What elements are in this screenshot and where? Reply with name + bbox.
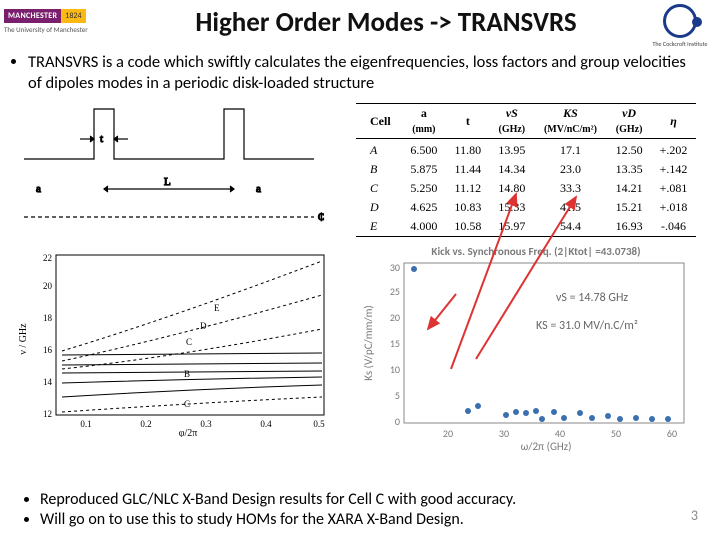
svg-text:5: 5: [395, 389, 400, 402]
svg-text:60: 60: [667, 427, 677, 440]
svg-text:0: 0: [395, 415, 400, 428]
table-row: B5.87511.4414.3423.013.35+.142: [356, 160, 696, 179]
svg-text:30: 30: [499, 427, 509, 440]
svg-text:a: a: [256, 183, 261, 195]
cockcroft-logo: The Cockcroft Institute: [650, 4, 710, 48]
svg-text:40: 40: [555, 427, 565, 440]
logo-subtitle: The University of Manchester: [4, 25, 122, 34]
svg-text:0.4: 0.4: [260, 419, 272, 429]
svg-text:20: 20: [390, 311, 400, 324]
svg-text:Kick vs. Synchronous Freq. (2|: Kick vs. Synchronous Freq. (2|Ktot| =43.…: [431, 245, 640, 258]
table-header-row: Cell a(mm) t νS(GHz) KS(MV/nC/m²) νD(GHz…: [356, 104, 696, 139]
svg-text:20: 20: [443, 427, 453, 440]
svg-text:22: 22: [43, 253, 52, 263]
svg-text:12: 12: [43, 409, 52, 419]
bullet-item: Reproduced GLC/NLC X-Band Design results…: [40, 490, 700, 510]
svg-text:0.2: 0.2: [140, 419, 151, 429]
svg-text:14: 14: [43, 377, 53, 387]
cockcroft-text: The Cockcroft Institute: [650, 40, 710, 48]
svg-text:C: C: [184, 399, 190, 409]
table-row: D4.62510.8315.3341.515.21+.018: [356, 198, 696, 217]
table-row: E4.00010.5815.9754.416.93-.046: [356, 217, 696, 237]
logo-text: MANCHESTER: [4, 9, 61, 23]
svg-text:a: a: [36, 183, 41, 195]
bullet-item: Will go on to use this to study HOMs for…: [40, 510, 700, 530]
top-bullets: TRANSVRS is a code which swiftly calcula…: [28, 52, 700, 93]
table-row: A6.50011.8013.9517.112.50+.202: [356, 139, 696, 161]
svg-text:0.1: 0.1: [80, 419, 91, 429]
svg-text:KS = 31.0 MV/n.C/m²: KS = 31.0 MV/n.C/m²: [536, 319, 638, 333]
bottom-bullets: Reproduced GLC/NLC X-Band Design results…: [40, 490, 700, 530]
svg-text:Ks (V/pC/mm/m): Ks (V/pC/mm/m): [362, 305, 375, 381]
svg-text:18: 18: [43, 313, 53, 323]
svg-text:L: L: [164, 176, 171, 188]
disk-structure-schematic: ₵ t L a a: [14, 99, 334, 234]
bullet-item: TRANSVRS is a code which swiftly calcula…: [28, 52, 700, 93]
kick-scatter-plot: Kick vs. Synchronous Freq. (2|Ktot| =43.…: [356, 243, 696, 453]
svg-text:ω/2π (GHz): ω/2π (GHz): [521, 440, 572, 453]
svg-text:φ/2π: φ/2π: [179, 428, 198, 437]
svg-text:νS = 14.78 GHz: νS = 14.78 GHz: [556, 291, 628, 305]
svg-text:E: E: [214, 303, 220, 313]
logo-year: 1824: [61, 9, 85, 23]
svg-text:20: 20: [43, 281, 53, 291]
svg-text:₵: ₵: [318, 212, 324, 222]
table-row: C5.25011.1214.8033.314.21+.081: [356, 179, 696, 198]
svg-text:30: 30: [390, 261, 400, 274]
page-number: 3: [691, 507, 698, 524]
svg-text:t: t: [100, 133, 103, 145]
dispersion-plot: 12 14 16 18 20 22 0.1 0.2 0.3 0.4 0.5 φ/…: [14, 247, 334, 437]
svg-text:B: B: [184, 369, 190, 379]
svg-text:0.3: 0.3: [200, 419, 212, 429]
svg-text:0.5: 0.5: [313, 419, 325, 429]
svg-text:50: 50: [611, 427, 621, 440]
svg-text:10: 10: [390, 363, 400, 376]
svg-text:ν / GHz: ν / GHz: [18, 323, 29, 355]
svg-text:25: 25: [390, 285, 400, 298]
manchester-logo: MANCHESTER1824 The University of Manches…: [4, 4, 122, 48]
page-title: Higher Order Modes -> TRANSVRS: [122, 4, 650, 39]
svg-text:D: D: [200, 321, 207, 331]
cell-parameters-table: Cell a(mm) t νS(GHz) KS(MV/nC/m²) νD(GHz…: [356, 103, 696, 237]
footer: Reproduced GLC/NLC X-Band Design results…: [0, 490, 720, 530]
svg-text:C: C: [186, 337, 192, 347]
svg-text:16: 16: [43, 345, 53, 355]
svg-text:15: 15: [390, 337, 400, 350]
